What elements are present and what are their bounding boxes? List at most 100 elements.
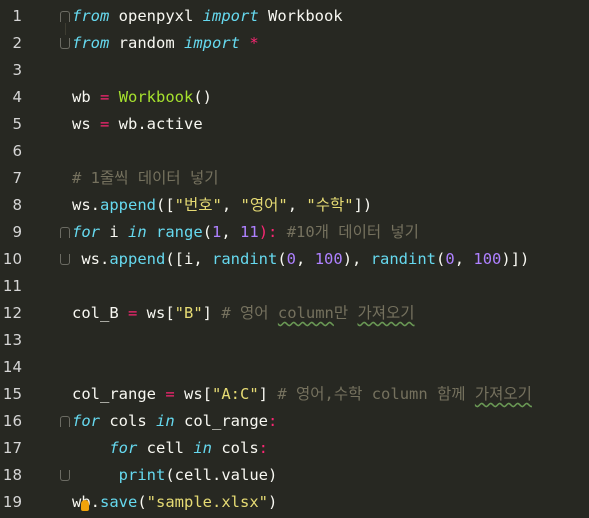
code-token: ), (342, 250, 371, 268)
code-token: from (72, 7, 110, 25)
code-token: () (193, 88, 213, 106)
code-text[interactable]: col_range = ws["A:C"] # 영어,수학 column 함께 … (72, 381, 532, 408)
code-text[interactable]: for i in range(1, 11): #10개 데이터 넣기 (72, 219, 419, 246)
code-token: import (183, 34, 240, 52)
code-token: , (287, 196, 307, 214)
code-token: col_range (174, 412, 268, 430)
code-line[interactable]: 8 ws.append(["번호", "영어", "수학"]) (0, 192, 589, 219)
code-token: 0 (445, 250, 455, 268)
code-line[interactable]: 17 for cell in cols: (0, 435, 589, 462)
code-text[interactable]: col_B = ws["B"] # 영어 column만 가져오기 (72, 300, 415, 327)
code-token: in (193, 439, 212, 457)
code-token: openpyxl (109, 7, 203, 25)
code-token: # 1줄씩 데이터 넣기 (72, 169, 219, 187)
code-token: ]) (353, 196, 373, 214)
code-token: : (268, 412, 278, 430)
code-line[interactable]: 12 col_B = ws["B"] # 영어 column만 가져오기 (0, 300, 589, 327)
code-token: from (72, 34, 110, 52)
code-line[interactable]: 3 (0, 57, 589, 84)
code-token: i (100, 223, 128, 241)
code-token: # 영어,수학 column 함께 (268, 385, 475, 403)
code-line[interactable]: 14 (0, 354, 589, 381)
code-token: append (109, 250, 166, 268)
code-line[interactable]: 13 (0, 327, 589, 354)
code-token: Workbook (118, 88, 194, 106)
fold-open-icon[interactable] (60, 227, 70, 238)
code-line[interactable]: 18 print(cell.value) (0, 462, 589, 489)
fold-close-icon[interactable] (60, 38, 70, 49)
code-text[interactable]: from openpyxl import Workbook (72, 3, 343, 30)
code-token: for (72, 223, 100, 241)
code-text[interactable]: from random import * (72, 30, 259, 57)
code-token: (cell.value) (165, 466, 278, 484)
line-number: 16 (2, 412, 22, 430)
code-text[interactable]: ws.append(["번호", "영어", "수학"]) (72, 192, 372, 219)
code-line[interactable]: 10 ws.append([i, randint(0, 100), randin… (0, 246, 589, 273)
code-token: "A:C" (212, 385, 259, 403)
code-text[interactable]: ws.append([i, randint(0, 100), randint(0… (72, 246, 529, 273)
code-token: "sample.xlsx" (146, 493, 268, 511)
code-text[interactable]: print(cell.value) (72, 462, 278, 489)
code-token: randint (212, 250, 278, 268)
code-token: "수학" (306, 196, 354, 214)
code-line[interactable]: 5 ws = wb.active (0, 111, 589, 138)
line-number: 6 (12, 142, 22, 160)
fold-open-icon[interactable] (60, 11, 70, 22)
fold-close-icon[interactable] (60, 470, 70, 481)
line-number: 15 (2, 385, 22, 403)
code-token: Workbook (258, 7, 343, 25)
code-token: for (109, 439, 138, 457)
code-token: , (454, 250, 474, 268)
code-line[interactable]: 16 for cols in col_range: (0, 408, 589, 435)
code-text[interactable]: wb = Workbook() (72, 84, 212, 111)
code-text[interactable]: # 1줄씩 데이터 넣기 (72, 165, 218, 192)
code-token: = (100, 115, 110, 133)
code-line[interactable]: 15 col_range = ws["A:C"] # 영어,수학 column 함… (0, 381, 589, 408)
code-token: range (156, 223, 203, 241)
code-token: )]) (501, 250, 530, 268)
line-number: 11 (2, 277, 22, 295)
code-token: ( (436, 250, 446, 268)
code-text[interactable]: for cols in col_range: (72, 408, 277, 435)
line-number: 8 (12, 196, 22, 214)
code-token: 1 (212, 223, 222, 241)
code-token: , (296, 250, 315, 268)
line-number: 1 (12, 7, 22, 25)
code-token: "번호" (174, 196, 222, 214)
code-text[interactable]: wb.save("sample.xlsx") (72, 489, 277, 516)
code-line[interactable]: 7 # 1줄씩 데이터 넣기 (0, 165, 589, 192)
code-token: 11 (240, 223, 259, 241)
code-line[interactable]: 1 from openpyxl import Workbook (0, 3, 589, 30)
code-token: ws[ (137, 304, 175, 322)
code-token: print (118, 466, 166, 484)
fold-close-icon[interactable] (60, 254, 70, 265)
code-token: ] (258, 385, 269, 403)
lightbulb-icon[interactable] (81, 500, 89, 511)
code-editor[interactable]: 1 from openpyxl import Workbook 2 from rand… (0, 0, 589, 518)
code-text[interactable]: for cell in cols: (72, 435, 268, 462)
code-token: = (100, 88, 110, 106)
code-token: append (100, 196, 156, 214)
code-token: ([i, (165, 250, 212, 268)
code-token: 100 (314, 250, 343, 268)
line-number: 17 (2, 439, 22, 457)
fold-open-icon[interactable] (60, 416, 70, 427)
code-line[interactable]: 9 for i in range(1, 11): #10개 데이터 넣기 (0, 219, 589, 246)
code-text[interactable]: ws = wb.active (72, 111, 203, 138)
code-token: = (165, 385, 175, 403)
code-line[interactable]: 6 (0, 138, 589, 165)
code-line[interactable]: 11 (0, 273, 589, 300)
code-token: ([ (156, 196, 175, 214)
code-token: in (128, 223, 147, 241)
code-token: 만 (333, 304, 358, 322)
code-line[interactable]: 2 from random import * (0, 30, 589, 57)
code-token: ): (258, 223, 278, 241)
code-line[interactable]: 4 wb = Workbook() (0, 84, 589, 111)
code-token: 가져오기 (357, 304, 415, 322)
line-number: 4 (12, 88, 22, 106)
code-token: # 영어 (212, 304, 278, 322)
line-number: 14 (2, 358, 22, 376)
code-token: random (109, 34, 184, 52)
line-number: 5 (12, 115, 22, 133)
